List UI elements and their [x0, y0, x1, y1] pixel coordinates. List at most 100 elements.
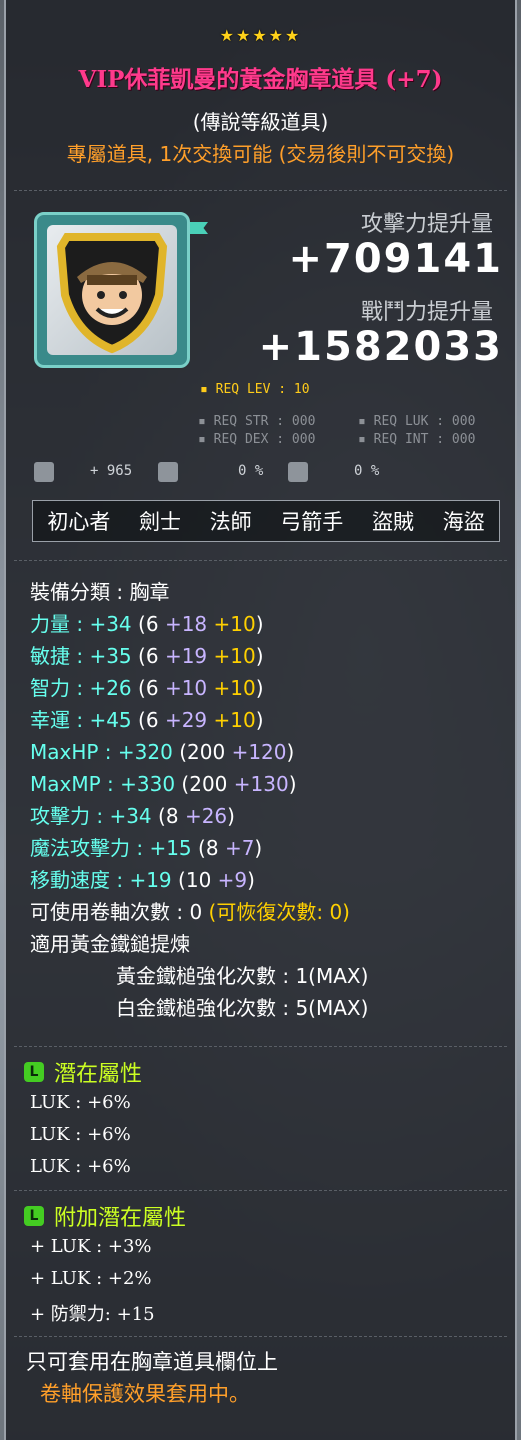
- divider: [14, 1336, 507, 1337]
- job-pirate: 海盜: [442, 510, 485, 534]
- stat-total: +34: [89, 612, 132, 636]
- stat-total: +330: [120, 772, 176, 796]
- stat-line: 力量 : +34 (6 +18 +10): [30, 612, 264, 636]
- potential-title: 潛在屬性: [54, 1062, 143, 1087]
- star-force-stars: ★★★★★: [219, 26, 302, 45]
- additional-potential-line: + LUK : +3%: [30, 1236, 152, 1257]
- req-dex: ▪ REQ DEX : 000: [198, 432, 316, 447]
- stat-base: 10: [185, 868, 212, 892]
- stat-base: 6: [145, 612, 159, 636]
- legendary-grade-icon: L: [24, 1206, 44, 1226]
- item-icon-frame: [34, 212, 190, 368]
- stat-scroll-bonus: +9: [217, 868, 248, 892]
- dice-icon: [34, 462, 54, 482]
- stat-line: 敏捷 : +35 (6 +19 +10): [30, 644, 264, 668]
- stat-total: +19: [129, 868, 172, 892]
- stat-details: 裝備分類 : 胸章 力量 : +34 (6 +18 +10) 敏捷 : +35 (…: [30, 576, 510, 1024]
- potential-line: LUK : +6%: [30, 1124, 131, 1145]
- stat-base: 6: [145, 676, 159, 700]
- stat-label: MaxMP :: [30, 772, 121, 796]
- shield-icon: [288, 462, 308, 482]
- potential-line: LUK : +6%: [30, 1156, 131, 1177]
- stat-base: 8: [165, 804, 179, 828]
- stat-line: 攻擊力 : +34 (8 +26): [30, 804, 235, 828]
- potential-header: L 潛在屬性: [24, 1056, 142, 1088]
- stat-label: 幸運 :: [30, 708, 90, 732]
- stat-label: 移動速度 :: [30, 868, 130, 892]
- additional-potential-header: L 附加潛在屬性: [24, 1200, 186, 1232]
- mini-stat-row: + 965 0 % 0 %: [30, 460, 500, 486]
- potential-line: LUK : +6%: [30, 1092, 131, 1113]
- stat-line: 魔法攻擊力 : +15 (8 +7): [30, 836, 263, 860]
- divider: [14, 1046, 507, 1047]
- stat-line: MaxHP : +320 (200 +120): [30, 740, 295, 764]
- divider: [14, 1190, 507, 1191]
- req-int: ▪ REQ INT : 000: [358, 432, 476, 447]
- stat-total: +35: [89, 644, 132, 668]
- stat-base: 200: [187, 740, 226, 764]
- mini-stat-second: 0 %: [238, 463, 264, 479]
- stat-label: 攻擊力 :: [30, 804, 110, 828]
- stat-total: +320: [117, 740, 173, 764]
- gold-hammer-count: 黃金鐵槌強化次數 : 1(MAX): [116, 964, 369, 988]
- stat-scroll-bonus: +26: [184, 804, 228, 828]
- combat-power-label: 戰鬥力提升量: [360, 300, 493, 325]
- stat-total: +15: [149, 836, 192, 860]
- platinum-hammer-count: 白金鐵槌強化次數 : 5(MAX): [116, 996, 369, 1020]
- stat-line: MaxMP : +330 (200 +130): [30, 772, 297, 796]
- stat-label: 敏捷 :: [30, 644, 90, 668]
- stat-total: +26: [89, 676, 132, 700]
- job-archer: 弓箭手: [280, 510, 344, 534]
- stat-scroll-bonus: +120: [231, 740, 287, 764]
- stat-line: 智力 : +26 (6 +10 +10): [30, 676, 264, 700]
- scroll-protection-note: 卷軸保護效果套用中。: [40, 1382, 250, 1406]
- stat-base: 6: [145, 644, 159, 668]
- stat-label: MaxHP :: [30, 740, 118, 764]
- stat-scroll-bonus: +18: [164, 612, 208, 636]
- crown-icon: [158, 462, 178, 482]
- stat-scroll-bonus: +29: [164, 708, 208, 732]
- trade-note: 專屬道具, 1次交換可能 (交易後則不可交換): [66, 142, 455, 166]
- stat-scroll-bonus: +19: [164, 644, 208, 668]
- item-grade: (傳說等級道具): [192, 110, 329, 134]
- stat-base: 200: [189, 772, 228, 796]
- attack-increase-value: +709141: [288, 236, 503, 282]
- stat-total: +34: [109, 804, 152, 828]
- additional-potential-line: + LUK : +2%: [30, 1268, 152, 1289]
- job-warrior: 劍士: [138, 510, 181, 534]
- stat-total: +45: [89, 708, 132, 732]
- legendary-grade-icon: L: [24, 1062, 44, 1082]
- stat-base: 8: [205, 836, 219, 860]
- job-list: 初心者 劍士 法師 弓箭手 盜賊 海盜: [32, 500, 500, 542]
- slot-restriction-note: 只可套用在胸章道具欄位上: [26, 1350, 278, 1374]
- stat-star-bonus: +10: [213, 708, 256, 732]
- req-str: ▪ REQ STR : 000: [198, 414, 316, 429]
- additional-potential-title: 附加潛在屬性: [54, 1206, 187, 1231]
- stat-star-bonus: +10: [213, 676, 256, 700]
- stat-line: 移動速度 : +19 (10 +9): [30, 868, 255, 892]
- stat-scroll-bonus: +7: [224, 836, 255, 860]
- attack-increase-label: 攻擊力提升量: [360, 212, 493, 237]
- divider: [14, 190, 507, 191]
- mini-stat-third: 0 %: [354, 463, 380, 479]
- item-icon: [47, 225, 177, 355]
- job-beginner: 初心者: [47, 510, 111, 534]
- req-level: ▪ REQ LEV : 10: [200, 382, 310, 397]
- stat-label: 魔法攻擊力 :: [30, 836, 150, 860]
- req-luk: ▪ REQ LUK : 000: [358, 414, 476, 429]
- job-magician: 法師: [209, 510, 252, 534]
- stat-line: 幸運 : +45 (6 +29 +10): [30, 708, 264, 732]
- stat-scroll-bonus: +130: [233, 772, 289, 796]
- combat-power-value: +1582033: [258, 324, 503, 370]
- hammer-note: 適用黃金鐵鎚提煉: [30, 932, 190, 956]
- stat-label: 力量 :: [30, 612, 90, 636]
- equip-category: 裝備分類 : 胸章: [30, 580, 170, 604]
- icon-tag: [190, 222, 208, 234]
- item-name: VIP休菲凱曼的黃金胸章道具 (+7): [78, 66, 443, 93]
- divider: [14, 560, 507, 561]
- stat-scroll-bonus: +10: [164, 676, 208, 700]
- additional-potential-line: + 防禦力: +15: [30, 1304, 155, 1325]
- job-thief: 盜賊: [371, 510, 414, 534]
- stat-base: 6: [145, 708, 159, 732]
- stat-label: 智力 :: [30, 676, 90, 700]
